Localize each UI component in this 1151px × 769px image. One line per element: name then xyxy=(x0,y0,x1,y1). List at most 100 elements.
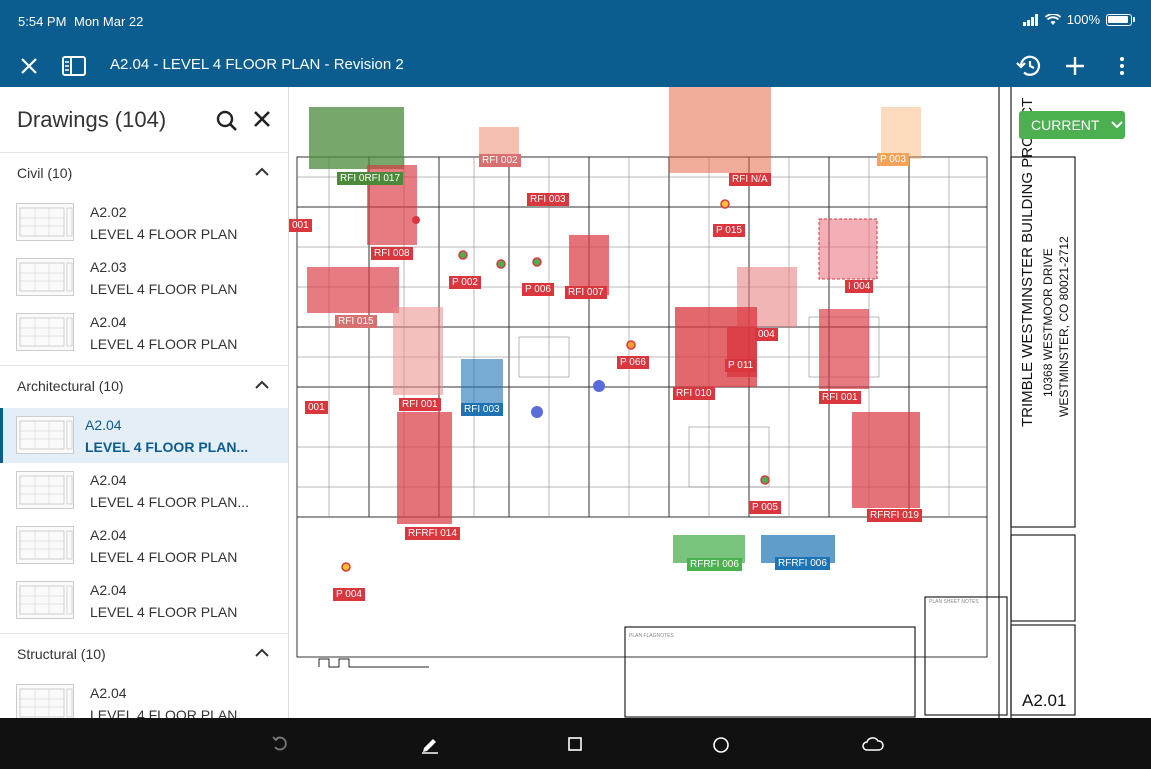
sheet-number: A2.01 xyxy=(1022,691,1067,710)
section-architectural[interactable]: Architectural (10) xyxy=(0,365,288,405)
drawing-number: A2.04 xyxy=(85,417,122,433)
more-vertical-icon xyxy=(1120,57,1124,75)
markup-tag[interactable]: RFI 010 xyxy=(673,387,715,400)
drawing-name: LEVEL 4 FLOOR PLAN xyxy=(90,281,238,297)
toggle-sidebar-button[interactable] xyxy=(60,52,88,80)
chevron-down-icon xyxy=(1111,121,1124,129)
close-button[interactable] xyxy=(15,52,43,80)
markup-tag[interactable]: RFI 008 xyxy=(371,247,413,260)
drawing-number: A2.02 xyxy=(90,204,127,220)
drawing-name: LEVEL 4 FLOOR PLAN xyxy=(90,707,238,718)
drawing-number: A2.04 xyxy=(90,582,127,598)
drawings-sidebar: Drawings (104) Civil (10) A2.02 LEVEL 4 … xyxy=(0,87,289,718)
markup-tag[interactable]: RFRFI 014 xyxy=(405,527,460,540)
sidebar-title: Drawings (104) xyxy=(17,107,167,132)
undo-button[interactable] xyxy=(268,732,292,756)
markup-tag[interactable]: P 015 xyxy=(713,224,745,237)
section-label: Structural (10) xyxy=(17,646,106,662)
drawing-item-selected[interactable]: A2.04 LEVEL 4 FLOOR PLAN... xyxy=(0,408,288,463)
status-time: 5:54 PM xyxy=(18,14,67,29)
markup-tag[interactable]: 004 xyxy=(755,328,778,341)
drawing-number: A2.03 xyxy=(90,259,127,275)
plus-icon xyxy=(1066,57,1084,75)
drawing-item[interactable]: A2.03 LEVEL 4 FLOOR PLAN xyxy=(0,250,288,305)
markup-tag[interactable]: RFI 003 xyxy=(461,403,503,416)
section-structural[interactable]: Structural (10) xyxy=(0,633,288,673)
markup-tag[interactable]: RFI 001 xyxy=(819,391,861,404)
battery-percent: 100% xyxy=(1066,12,1100,27)
markup-tag[interactable]: RFI 002 xyxy=(479,154,521,167)
markup-tag[interactable]: RFRFI 006 xyxy=(775,557,830,570)
section-label: Architectural (10) xyxy=(17,378,124,394)
markup-tag[interactable]: RFI 001 xyxy=(399,398,441,411)
drawing-item[interactable]: A2.04 LEVEL 4 FLOOR PLAN... xyxy=(0,463,288,518)
drawing-thumbnail xyxy=(16,581,74,619)
markup-tag[interactable]: P 002 xyxy=(449,276,481,289)
drawing-number: A2.04 xyxy=(90,314,127,330)
drawing-number: A2.04 xyxy=(90,685,127,701)
history-icon xyxy=(1016,55,1041,76)
drawing-name: LEVEL 4 FLOOR PLAN xyxy=(90,549,238,565)
drawing-thumbnail xyxy=(16,471,74,509)
markup-pen-button[interactable] xyxy=(418,732,442,756)
drawing-canvas[interactable]: PLAN FLAGNOTES PLAN SHEET NOTES TRIMBLE … xyxy=(289,87,1151,718)
section-civil[interactable]: Civil (10) xyxy=(0,152,288,192)
cloud-button[interactable] xyxy=(861,732,885,756)
wifi-icon xyxy=(1044,13,1061,25)
markup-tag[interactable]: 001 xyxy=(305,401,328,414)
markup-tag[interactable]: P 011 xyxy=(725,359,757,372)
drawing-thumbnail xyxy=(16,313,74,351)
markup-tag[interactable]: RFI N/A xyxy=(729,173,771,186)
search-button[interactable] xyxy=(215,109,241,135)
section-label: Civil (10) xyxy=(17,165,73,181)
drawing-item[interactable]: A2.04 LEVEL 4 FLOOR PLAN xyxy=(0,305,288,360)
markup-tag[interactable]: RFRFI 006 xyxy=(687,558,742,571)
drawing-thumbnail xyxy=(16,526,74,564)
markup-tag[interactable]: RFI 003 xyxy=(527,193,569,206)
more-button[interactable] xyxy=(1108,52,1136,80)
drawing-name: LEVEL 4 FLOOR PLAN... xyxy=(90,494,249,510)
add-button[interactable] xyxy=(1061,52,1089,80)
status-bar: 5:54 PM Mon Mar 22 100% xyxy=(0,0,1151,44)
drawing-thumbnail xyxy=(16,416,74,454)
version-label: CURRENT xyxy=(1031,117,1100,133)
history-button[interactable] xyxy=(1014,52,1042,80)
drawing-number: A2.04 xyxy=(90,527,127,543)
markup-tag[interactable]: P 066 xyxy=(617,356,649,369)
markup-tag[interactable]: RFI 007 xyxy=(565,286,607,299)
markup-tag[interactable]: 001 xyxy=(289,219,312,232)
drawing-thumbnail xyxy=(16,258,74,296)
battery-icon xyxy=(1106,13,1132,26)
drawing-thumbnail xyxy=(16,203,74,241)
chevron-up-icon xyxy=(255,648,269,657)
drawing-item[interactable]: A2.04 LEVEL 4 FLOOR PLAN xyxy=(0,676,288,718)
shape-button[interactable] xyxy=(563,732,587,756)
drawing-name: LEVEL 4 FLOOR PLAN xyxy=(90,604,238,620)
sidebar-icon xyxy=(62,56,86,76)
circle-icon xyxy=(713,737,729,753)
markup-tag[interactable]: P 005 xyxy=(749,501,781,514)
drawing-item[interactable]: A2.04 LEVEL 4 FLOOR PLAN xyxy=(0,518,288,573)
drawing-item[interactable]: A2.02 LEVEL 4 FLOOR PLAN xyxy=(0,195,288,250)
title-block-address2: WESTMINSTER, CO 80021-2712 xyxy=(1057,236,1071,417)
markup-tag[interactable]: RFRFI 019 xyxy=(867,509,922,522)
title-block-address1: 10368 WESTMOOR DRIVE xyxy=(1041,248,1055,397)
markup-tag[interactable]: P 006 xyxy=(522,283,554,296)
version-dropdown-button[interactable]: CURRENT xyxy=(1019,111,1125,139)
bottom-toolbar xyxy=(0,718,1151,769)
sidebar-close-button[interactable] xyxy=(252,109,278,135)
search-icon xyxy=(216,110,237,131)
app-header: A2.04 - LEVEL 4 FLOOR PLAN - Revision 2 xyxy=(0,44,1151,87)
drawing-number: A2.04 xyxy=(90,472,127,488)
chevron-up-icon xyxy=(255,167,269,176)
circle-button[interactable] xyxy=(709,732,733,756)
signal-icon xyxy=(1022,13,1038,26)
markup-tag[interactable]: P 003 xyxy=(877,153,909,166)
markup-tag[interactable]: P 004 xyxy=(333,588,365,601)
markup-tag[interactable]: RFI 0RFI 017 xyxy=(337,172,404,185)
drawing-item[interactable]: A2.04 LEVEL 4 FLOOR PLAN xyxy=(0,573,288,628)
cloud-icon xyxy=(862,737,884,751)
markup-tag[interactable]: I 004 xyxy=(845,280,874,293)
markup-tag[interactable]: RFI 015 xyxy=(335,315,377,328)
svg-text:PLAN SHEET NOTES: PLAN SHEET NOTES xyxy=(929,599,979,605)
